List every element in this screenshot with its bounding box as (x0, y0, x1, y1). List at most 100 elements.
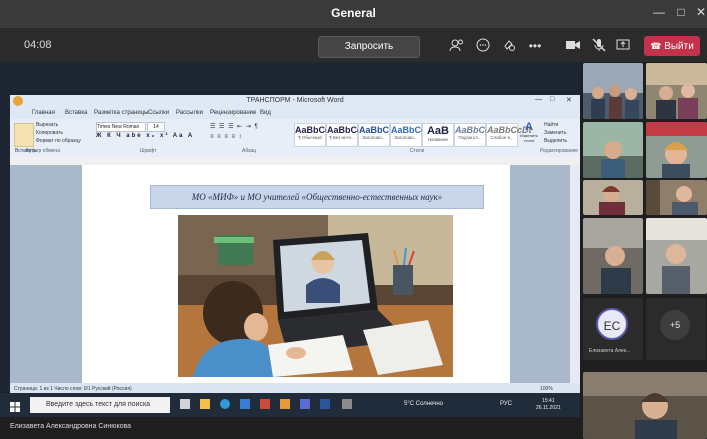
font-format-buttons[interactable]: Ж К Ч abe x₂ x² Aa A (96, 133, 206, 143)
tab-view[interactable]: Вид (260, 110, 271, 116)
document-page[interactable]: МО «МИФ» и МО учителей «Общественно-есте… (82, 165, 510, 383)
tab-insert[interactable]: Вставка (65, 110, 87, 116)
group-label-clipboard: Буфер обмена (26, 148, 60, 154)
style-heading-2[interactable]: AaBbCc Заголово... (390, 123, 426, 147)
document-area: МО «МИФ» и МО учителей «Общественно-есте… (10, 165, 570, 383)
cut-button[interactable]: Вырезать (36, 122, 58, 128)
presenter-name: Елизавета Александровна Синюкова (10, 423, 132, 430)
camera-icon[interactable] (564, 37, 582, 55)
clock-date: 26.11.2021 (536, 405, 561, 411)
replace-button[interactable]: Заменить (544, 130, 566, 136)
language-indicator[interactable]: РУС (500, 401, 512, 407)
group-label-editing: Редактирование (540, 148, 579, 154)
leave-button[interactable]: ☎ Выйти (644, 36, 700, 56)
leave-label: Выйти (664, 41, 694, 52)
word-taskbar-icon[interactable] (320, 399, 330, 409)
avatar: EC (596, 308, 628, 340)
group-label-font: Шрифт (140, 148, 157, 154)
tab-home[interactable]: Главная (32, 110, 55, 116)
participant-name: Елизавета Алек... (589, 348, 631, 354)
microphone-muted-icon[interactable] (590, 37, 608, 55)
taskbar-clock[interactable]: 15:41 26.11.2021 (536, 398, 561, 412)
request-control-button[interactable]: Запросить управление (318, 36, 420, 72)
word-close-icon[interactable]: ✕ (566, 96, 572, 104)
word-minimize-icon[interactable]: — (535, 96, 542, 103)
participant-video-5[interactable] (583, 180, 643, 215)
select-button[interactable]: Выделить (544, 138, 567, 144)
font-size-select[interactable]: 14 (147, 122, 165, 132)
font-name-value: Times New Roman (97, 124, 140, 130)
change-styles-label: Изменить стили (519, 133, 539, 143)
participant-video-2[interactable] (646, 63, 707, 119)
powerpoint-icon[interactable] (260, 399, 270, 409)
style-title[interactable]: AaB Название (422, 123, 454, 147)
file-explorer-icon[interactable] (200, 399, 210, 409)
chat-icon[interactable] (474, 37, 492, 55)
app-icon-2[interactable] (342, 399, 352, 409)
tab-page-layout[interactable]: Разметка страницы (94, 110, 148, 116)
windows-start-icon[interactable] (10, 399, 20, 412)
participant-video-7[interactable] (583, 218, 643, 294)
ribbon-tabs: Главная Вставка Разметка страницы Ссылки… (10, 109, 580, 119)
format-painter-button[interactable]: Формат по образцу (36, 138, 81, 144)
style-subtle-emphasis[interactable]: AaBbCcDt Слабое в... (486, 123, 532, 147)
teams-icon[interactable] (300, 399, 310, 409)
change-styles-button[interactable]: A Изменить стили (518, 121, 540, 147)
more-participants-tile[interactable]: +5 (646, 298, 706, 360)
more-participants-count: +5 (660, 310, 690, 340)
participant-video-8[interactable] (646, 218, 707, 294)
style-no-spacing[interactable]: AaBbCcDt ¶ Без инте... (326, 123, 372, 147)
status-text: Страница: 1 из 1 Число слов: 0/1 Русский… (14, 386, 132, 392)
word-document-title: ТРАНСПОРМ - Microsoft Word (246, 97, 344, 104)
copy-button[interactable]: Копировать (36, 130, 63, 136)
style-normal[interactable]: AaBbCcDt ¶ Обычный (294, 123, 340, 147)
paragraph-buttons[interactable]: ☰ ☰ ☰ ⇤ ⇥ ¶ ≡ ≡ ≡ ≡ ↕ (210, 122, 280, 144)
window-title: General (331, 6, 376, 20)
edge-icon[interactable] (220, 399, 230, 409)
vertical-scrollbar[interactable] (570, 165, 580, 383)
tab-review[interactable]: Рецензирование (210, 110, 256, 116)
group-label-paragraph: Абзац (242, 148, 257, 154)
phone-hangup-icon: ☎ (650, 41, 662, 51)
document-heading: МО «МИФ» и МО учителей «Общественно-есте… (150, 185, 484, 209)
change-styles-icon: A (525, 121, 533, 133)
mail-icon[interactable] (240, 399, 250, 409)
weather-widget[interactable]: 5°C Солнечно (404, 401, 443, 407)
self-video[interactable] (583, 372, 707, 439)
taskbar-search-placeholder: Введите здесь текст для поиска (46, 401, 151, 408)
minimize-icon[interactable]: — (650, 3, 668, 21)
group-label-styles: Стили (410, 148, 425, 154)
style-subtitle[interactable]: AaBbCc Подзагол... (454, 123, 490, 147)
app-icon[interactable] (280, 399, 290, 409)
taskbar-search-input[interactable]: Введите здесь текст для поиска (30, 397, 170, 413)
boy-laptop-photo (178, 215, 453, 377)
share-screen-icon[interactable] (614, 37, 632, 55)
font-name-select[interactable]: Times New Roman (96, 122, 146, 132)
style-heading-1[interactable]: AaBbC Заголово... (358, 123, 390, 147)
font-size-value: 14 (153, 124, 159, 130)
participants-icon[interactable] (448, 37, 466, 55)
word-window: ТРАНСПОРМ - Microsoft Word — □ ✕ Главная… (10, 95, 580, 395)
tab-mailings[interactable]: Рассылки (176, 110, 203, 116)
windows-taskbar: Введите здесь текст для поиска 5°C Солне… (0, 393, 580, 417)
zoom-level[interactable]: 100% (540, 386, 553, 392)
word-titlebar: ТРАНСПОРМ - Microsoft Word — □ ✕ (10, 95, 580, 109)
task-view-icon[interactable] (180, 399, 190, 409)
maximize-icon[interactable]: □ (672, 3, 690, 21)
meeting-timer: 04:08 (24, 39, 52, 51)
participant-video-4[interactable] (646, 122, 707, 178)
participant-video-3[interactable] (583, 122, 643, 178)
close-icon[interactable]: ✕ (692, 3, 707, 21)
reactions-icon[interactable] (500, 37, 518, 55)
clock-time: 15:41 (542, 398, 555, 404)
participant-video-1[interactable] (583, 63, 643, 119)
tab-references[interactable]: Ссылки (148, 110, 169, 116)
window-titlebar: General — □ ✕ (0, 0, 707, 28)
more-options-icon[interactable]: ••• (526, 37, 544, 55)
word-restore-icon[interactable]: □ (550, 96, 554, 103)
ribbon: Вставить Вырезать Копировать Формат по о… (10, 119, 580, 158)
participant-video-6[interactable] (646, 180, 707, 215)
participant-tile-ec[interactable]: EC Елизавета Алек... (583, 298, 643, 360)
paste-button[interactable]: Вставить (14, 123, 36, 154)
find-button[interactable]: Найти (544, 122, 558, 128)
